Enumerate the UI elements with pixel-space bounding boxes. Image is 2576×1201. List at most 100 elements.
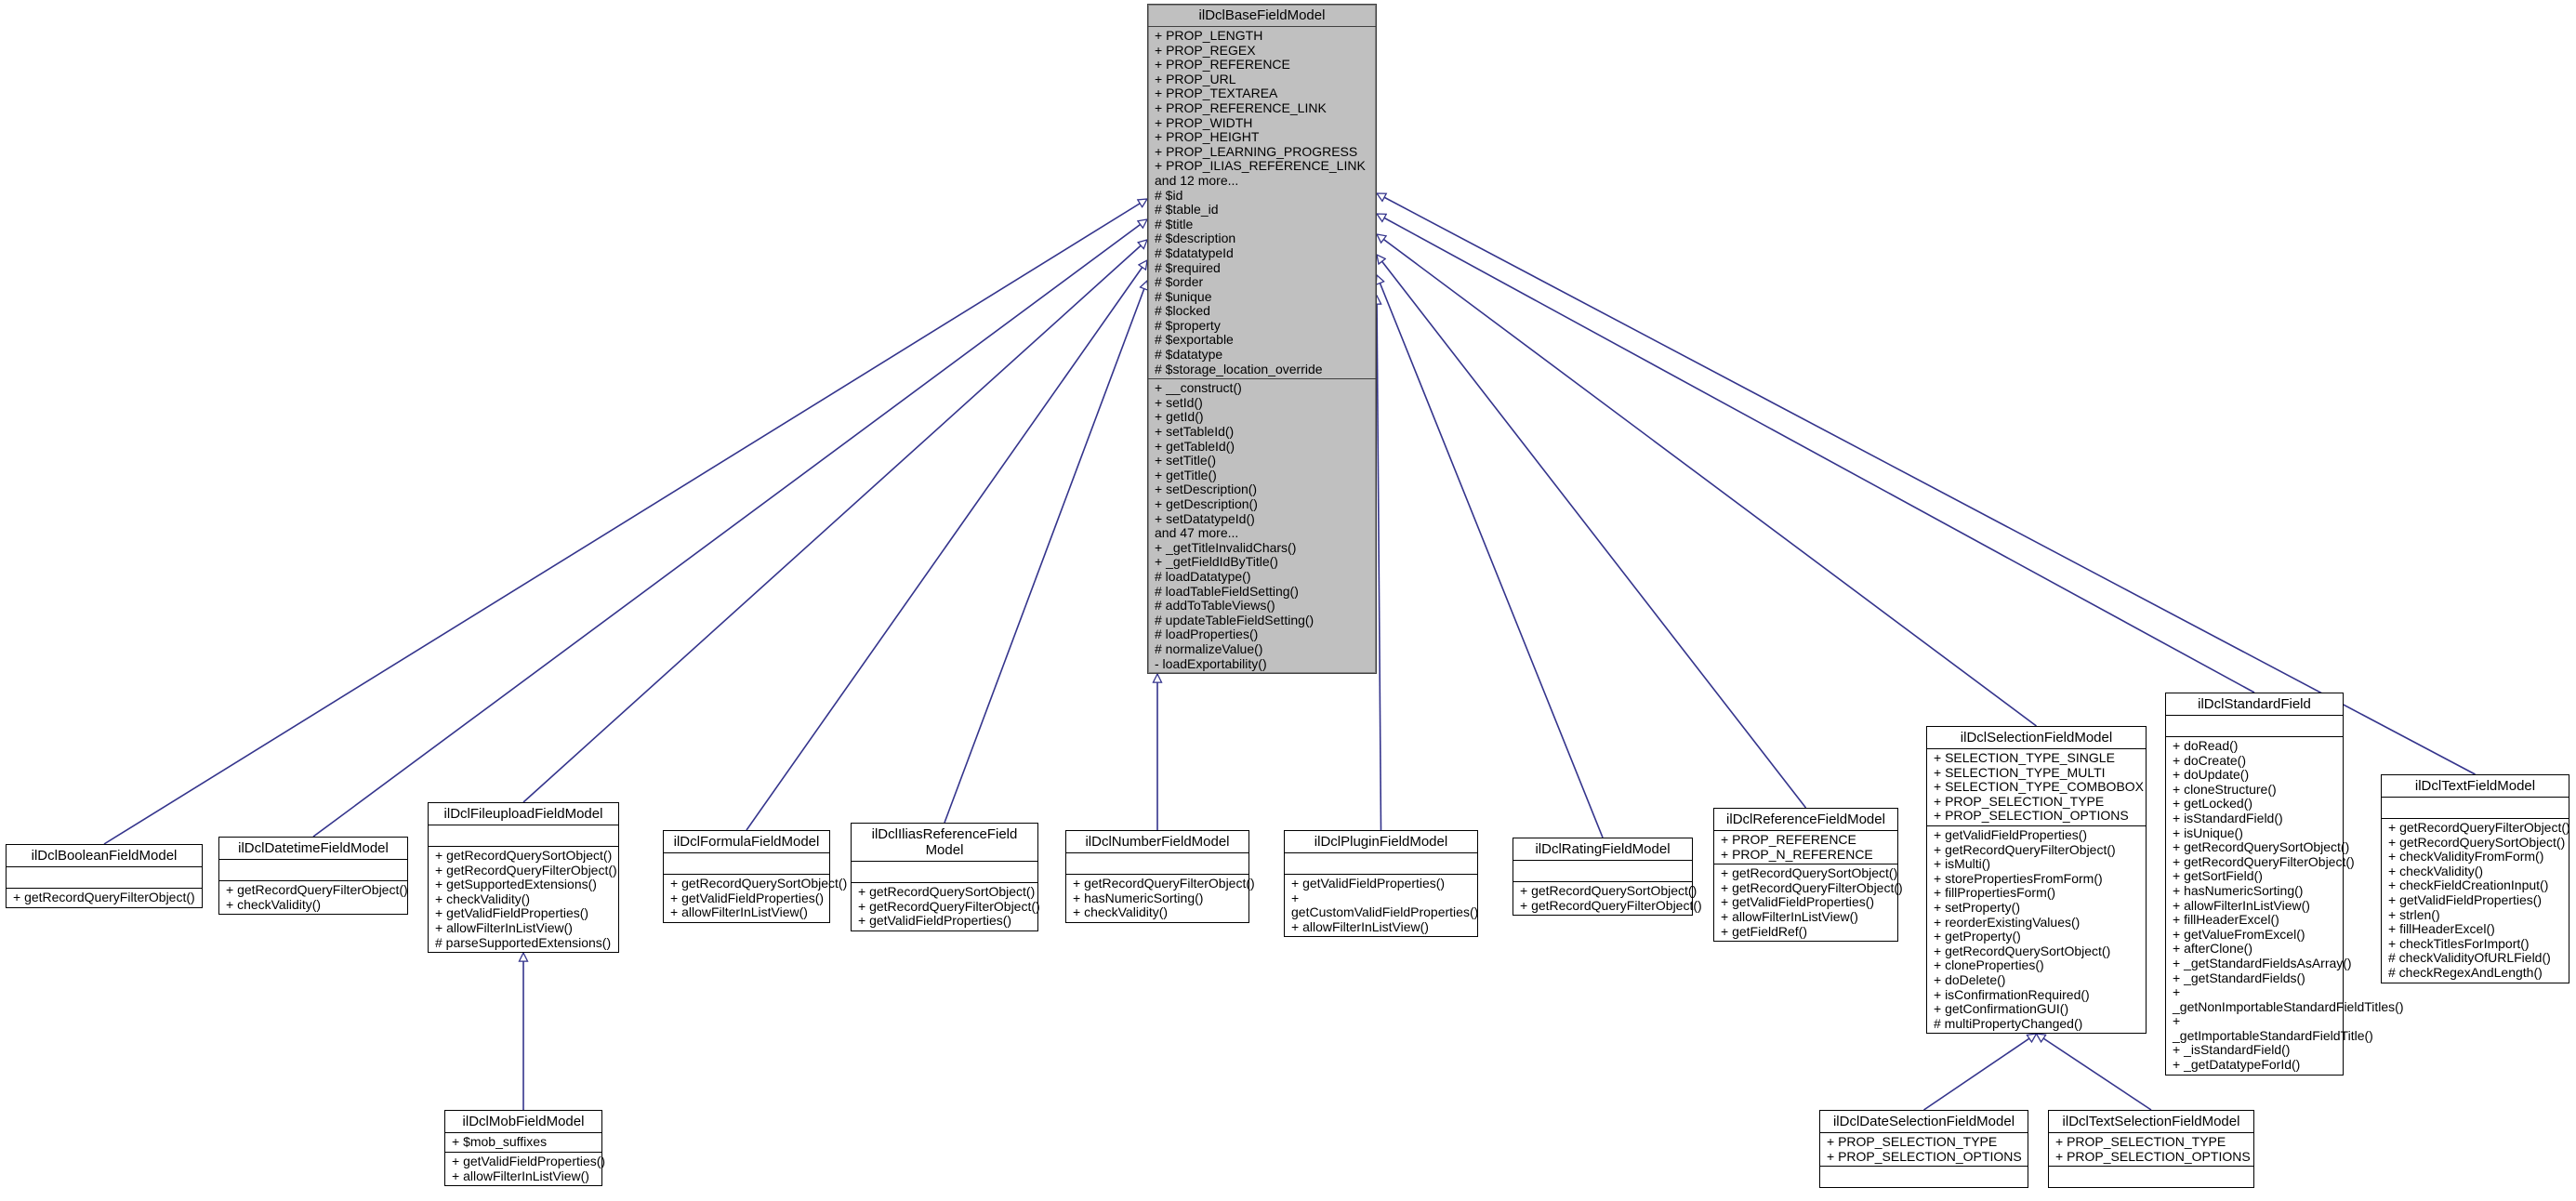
uml-class-plugin[interactable]: ilDclPluginFieldModel + getValidFieldProp… [1284, 830, 1479, 938]
uml-operation-row: # loadDatatype() [1155, 568, 1251, 584]
uml-attribute-row: + PROP_HEIGHT [1155, 129, 1260, 145]
uml-class-title: ilDclFormulaFieldModel [664, 831, 829, 853]
uml-operation-row: + checkFieldCreationInput() [2388, 878, 2549, 893]
uml-operation-row: + doDelete() [1934, 971, 2006, 987]
uml-class-title: ilDclFileuploadFieldModel [429, 803, 618, 825]
uml-operation-row: + allowFilterInListView() [1291, 918, 1429, 934]
uml-class-title: ilDclBaseFieldModel [1148, 5, 1376, 27]
uml-operation-row: # loadProperties() [1155, 627, 1259, 642]
uml-class-reference[interactable]: ilDclReferenceFieldModel + PROP_REFERENCE… [1713, 808, 1903, 943]
uml-operation-row: + allowFilterInListView() [452, 1168, 589, 1183]
uml-operation-row: + getValidFieldProperties() [435, 905, 589, 921]
uml-operation-row: + setProperty() [1934, 899, 2020, 915]
generalization-edge-boolean-to-base [103, 199, 1147, 845]
uml-class-selection[interactable]: ilDclSelectionFieldModel + SELECTION_TYPE… [1926, 726, 2147, 1035]
uml-operation-row: + fillPropertiesForm() [1934, 885, 2056, 901]
uml-operation-row: + getLocked() [2173, 796, 2252, 812]
uml-operation-row: + afterClone() [2173, 941, 2252, 957]
uml-operation-row: + getRecordQuerySortObject() [1721, 865, 1898, 881]
uml-attribute-row: + PROP_LEARNING_PROGRESS [1155, 143, 1358, 159]
uml-class-number[interactable]: ilDclNumberFieldModel + getRecordQueryFil… [1065, 830, 1255, 923]
uml-operation-row: + cloneStructure() [2173, 781, 2277, 797]
uml-attribute-row: + SELECTION_TYPE_MULTI [1934, 764, 2106, 780]
uml-class-rating[interactable]: ilDclRatingFieldModel + getRecordQuerySor… [1513, 838, 1702, 917]
uml-operation-row: + getDescription() [1155, 496, 1258, 511]
uml-attribute-row: + PROP_SELECTION_OPTIONS [1827, 1148, 2022, 1164]
uml-attribute-row: and 12 more... [1155, 172, 1239, 188]
uml-attribute-row: # $unique [1155, 288, 1212, 304]
uml-operations-compartment [1820, 1167, 2028, 1187]
uml-attribute-row: + PROP_SELECTION_OPTIONS [2055, 1148, 2251, 1164]
uml-operation-row: + getRecordQuerySortObject() [1520, 883, 1698, 898]
uml-operation-row: + getRecordQueryFilterObject() [435, 862, 617, 878]
uml-operations-compartment: + __construct() + setId() + getId() + setTa… [1148, 379, 1376, 673]
uml-operations-compartment: + getRecordQueryFilterObject() + hasNumer… [1066, 875, 1255, 922]
uml-operation-row: + checkValidity() [226, 896, 322, 912]
uml-operations-compartment: + getRecordQueryFilterObject() + checkVal… [219, 881, 408, 914]
generalization-edge-standard-to-base [1377, 213, 2255, 693]
uml-attributes-compartment [2166, 716, 2343, 737]
uml-attributes-compartment: + PROP_SELECTION_TYPE + PROP_SELECTION_OP… [2049, 1133, 2253, 1168]
uml-attribute-row: + PROP_REFERENCE [1155, 57, 1290, 73]
uml-operation-row: + getTableId() [1155, 438, 1235, 454]
uml-operation-row: + getId() [1155, 409, 1204, 425]
uml-class-datetime[interactable]: ilDclDatetimeFieldModel + getRecordQueryF… [218, 837, 408, 916]
uml-class-formula[interactable]: ilDclFormulaFieldModel + getRecordQuerySo… [663, 830, 847, 923]
uml-operations-compartment: + getRecordQuerySortObject() + getRecordQ… [852, 883, 1040, 930]
uml-operation-row: + getCustomValidFieldProperties() [1291, 890, 1479, 920]
uml-operation-row: + getRecordQueryFilterObject() [858, 898, 1040, 914]
uml-attribute-row: # $table_id [1155, 202, 1219, 218]
uml-operation-row: + doRead() [2173, 738, 2239, 753]
uml-attribute-row: + $mob_suffixes [452, 1134, 548, 1149]
uml-attributes-compartment [429, 825, 618, 847]
uml-class-title: ilDclTextSelectionFieldModel [2049, 1111, 2253, 1133]
uml-operation-row: + checkValidity() [1073, 904, 1169, 920]
uml-operation-row: + checkTitlesForImport() [2388, 935, 2530, 951]
generalization-edge-formula-to-base [746, 260, 1147, 831]
uml-class-standard[interactable]: ilDclStandardField + doRead() + doCreate()… [2165, 693, 2404, 1076]
uml-class-base[interactable]: ilDclBaseFieldModel + PROP_LENGTH + PROP_R… [1147, 4, 1377, 675]
uml-operation-row: + isConfirmationRequired() [1934, 986, 2090, 1002]
uml-operation-row: + setTableId() [1155, 424, 1235, 440]
generalization-edge-text-to-base [1377, 192, 2476, 775]
uml-class-fileupload[interactable]: ilDclFileuploadFieldModel + getRecordQuer… [428, 802, 619, 954]
uml-operation-row: + _getStandardFieldsAsArray() [2173, 955, 2352, 970]
uml-operation-row: + isMulti() [1934, 856, 1991, 872]
uml-operation-row: + getProperty() [1934, 929, 2021, 944]
uml-class-text[interactable]: ilDclTextFieldModel + getRecordQueryFilte… [2381, 774, 2570, 983]
uml-class-iliasreference[interactable]: ilDclIliasReferenceField Model + getRecor… [851, 823, 1040, 931]
uml-attribute-row: + PROP_LENGTH [1155, 28, 1263, 43]
uml-class-title: ilDclDateSelectionFieldModel [1820, 1111, 2028, 1133]
uml-operation-row: + checkValidityFromForm() [2388, 849, 2544, 864]
uml-operation-row: + getRecordQueryFilterObject() [1934, 841, 2116, 857]
uml-class-textselection[interactable]: ilDclTextSelectionFieldModel + PROP_SELEC… [2048, 1110, 2254, 1189]
uml-attribute-row: # $locked [1155, 303, 1210, 319]
uml-operation-row: + getRecordQueryFilterObject() [2173, 853, 2355, 869]
generalization-edge-iliasreference-to-base [944, 281, 1147, 824]
uml-operation-row: + allowFilterInListView() [670, 904, 808, 920]
uml-operation-row: + storePropertiesFromForm() [1934, 870, 2103, 886]
uml-operation-row: + getValidFieldProperties() [1291, 876, 1446, 891]
uml-operations-compartment: + getRecordQuerySortObject() + getRecordQ… [1513, 882, 1702, 915]
uml-attribute-row: + PROP_ILIAS_REFERENCE_LINK [1155, 158, 1366, 174]
uml-operation-row: + _getStandardFields() [2173, 970, 2305, 985]
uml-attribute-row: + SELECTION_TYPE_SINGLE [1934, 750, 2115, 765]
uml-attribute-row: # $order [1155, 274, 1204, 290]
uml-class-boolean[interactable]: ilDclBooleanFieldModel + getRecordQueryFi… [6, 844, 203, 908]
generalization-edge-textselection-to-selection [2037, 1034, 2152, 1111]
uml-class-mob[interactable]: ilDclMobFieldModel + $mob_suffixes + getVa… [444, 1110, 605, 1187]
uml-attribute-row: # $storage_location_override [1155, 361, 1323, 376]
generalization-edge-selection-to-base [1377, 234, 2037, 727]
uml-class-dateselection[interactable]: ilDclDateSelectionFieldModel + PROP_SELEC… [1819, 1110, 2028, 1189]
uml-operation-row: + getValueFromExcel() [2173, 926, 2305, 942]
uml-operation-row: + getRecordQuerySortObject() [1934, 943, 2111, 958]
uml-attribute-row: + PROP_SELECTION_TYPE [1934, 793, 2105, 809]
uml-operation-row: + getValidFieldProperties() [1721, 894, 1875, 910]
uml-operation-row: + getValidFieldProperties() [670, 890, 825, 905]
uml-attributes-compartment [2382, 798, 2569, 819]
uml-operation-row: + fillHeaderExcel() [2388, 921, 2495, 937]
uml-attribute-row: + SELECTION_TYPE_COMBOBOX [1934, 779, 2145, 795]
uml-attribute-row: # $datatype [1155, 347, 1223, 363]
uml-operations-compartment: + getValidFieldProperties() + allowFilter… [445, 1153, 605, 1185]
uml-operation-row: # normalizeValue() [1155, 640, 1263, 656]
